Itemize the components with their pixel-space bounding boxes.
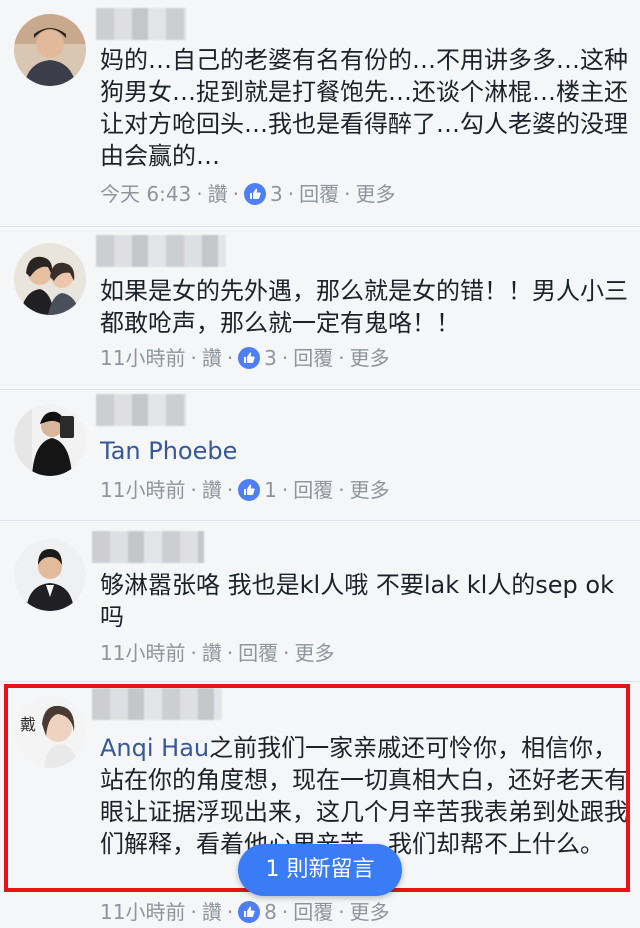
reaction-count[interactable]: 3 <box>270 180 283 208</box>
thumbs-up-icon[interactable] <box>244 183 266 205</box>
reply-link[interactable]: 回覆 <box>293 898 333 926</box>
reply-link[interactable]: 回覆 <box>293 476 333 504</box>
separator: · <box>196 182 203 206</box>
mentioned-name[interactable]: Anqi Hau <box>100 734 209 762</box>
mentioned-name[interactable]: Tan Phoebe <box>100 435 237 467</box>
like-link[interactable]: 讚 <box>202 344 222 372</box>
avatar[interactable] <box>14 243 86 315</box>
separator: · <box>226 900 234 924</box>
separator: · <box>232 182 239 206</box>
comment-text: 妈的…自己的老婆有名有份的…不用讲多多…这种狗男女…捉到就是打餐饱先…还谈个淋棍… <box>100 46 628 170</box>
like-link[interactable]: 讚 <box>208 180 228 208</box>
comment-1: 妈的…自己的老婆有名有份的…不用讲多多…这种狗男女…捉到就是打餐饱先…还谈个淋棍… <box>0 0 640 226</box>
separator: · <box>190 478 197 502</box>
timestamp[interactable]: 11小時前 <box>100 639 185 667</box>
separator: · <box>190 641 197 665</box>
more-link[interactable]: 更多 <box>355 180 395 208</box>
timestamp[interactable]: 11小時前 <box>100 476 185 504</box>
avatar-photo-icon <box>14 539 86 611</box>
avatar[interactable] <box>14 539 86 611</box>
separator: · <box>283 641 290 665</box>
separator: · <box>281 346 289 370</box>
separator: · <box>344 182 351 206</box>
avatar-photo-icon <box>14 404 86 476</box>
like-link[interactable]: 讚 <box>202 639 222 667</box>
like-link[interactable]: 讚 <box>202 898 222 926</box>
blurred-author-name[interactable] <box>92 688 222 720</box>
comment-text: 如果是女的先外遇，那么就是女的错！！男人小三都敢呛声，那么就一定有鬼咯！！ <box>100 277 628 337</box>
thumbs-up-icon[interactable] <box>238 901 261 923</box>
svg-text:戴: 戴 <box>20 715 36 734</box>
new-comments-button[interactable]: 1 則新留言 <box>238 844 402 896</box>
comment-meta: 11小時前 · 讚 · 8 · 回覆 · 更多 <box>100 898 390 926</box>
reply-link[interactable]: 回覆 <box>299 180 339 208</box>
separator: · <box>281 900 289 924</box>
reaction-count[interactable]: 3 <box>264 344 277 372</box>
avatar[interactable]: 戴 <box>14 696 86 768</box>
avatar[interactable] <box>14 404 86 476</box>
more-link[interactable]: 更多 <box>295 639 335 667</box>
separator: · <box>226 641 234 665</box>
more-link[interactable]: 更多 <box>350 898 390 926</box>
reaction-count[interactable]: 1 <box>264 476 277 504</box>
avatar-photo-icon <box>14 243 86 315</box>
comment-4: 够淋嚣张咯 我也是kl人哦 不要lak kl人的sep ok吗 11小時前 · … <box>0 521 640 681</box>
separator: · <box>338 346 345 370</box>
comment-2: 如果是女的先外遇，那么就是女的错！！男人小三都敢呛声，那么就一定有鬼咯！！ 11… <box>0 227 640 389</box>
blurred-author-name[interactable] <box>92 531 204 563</box>
avatar[interactable] <box>14 14 86 86</box>
thumbs-up-icon[interactable] <box>238 347 261 369</box>
thumbs-up-icon[interactable] <box>238 479 261 501</box>
separator: · <box>338 478 345 502</box>
separator: · <box>226 346 234 370</box>
avatar-photo-icon <box>14 14 86 86</box>
blurred-author-name[interactable] <box>96 235 226 267</box>
reply-link[interactable]: 回覆 <box>293 344 333 372</box>
separator: · <box>281 478 289 502</box>
comment-meta: 11小時前 · 讚 · 回覆 · 更多 <box>100 639 335 667</box>
comment-meta: 今天 6:43 · 讚 · 3 · 回覆 · 更多 <box>100 180 395 208</box>
separator: · <box>190 346 197 370</box>
comment-3: Tan Phoebe 11小時前 · 讚 · 1 · 回覆 · 更多 <box>0 390 640 520</box>
separator: · <box>226 478 234 502</box>
comment-text: Anqi Hau之前我们一家亲戚还可怜你，相信你，站在你的角度想，现在一切真相大… <box>100 732 628 860</box>
blurred-author-name[interactable] <box>96 8 186 40</box>
blurred-author-name[interactable] <box>96 394 186 426</box>
separator: · <box>338 900 345 924</box>
reply-link[interactable]: 回覆 <box>238 639 278 667</box>
more-link[interactable]: 更多 <box>350 344 390 372</box>
avatar-photo-icon: 戴 <box>14 696 86 768</box>
timestamp[interactable]: 今天 6:43 <box>100 180 191 208</box>
comment-meta: 11小時前 · 讚 · 3 · 回覆 · 更多 <box>100 344 390 372</box>
like-link[interactable]: 讚 <box>202 476 222 504</box>
separator: · <box>287 182 295 206</box>
comment-text: 够淋嚣张咯 我也是kl人哦 不要lak kl人的sep ok吗 <box>100 571 615 631</box>
timestamp[interactable]: 11小時前 <box>100 898 185 926</box>
comment-meta: 11小時前 · 讚 · 1 · 回覆 · 更多 <box>100 476 390 504</box>
reaction-count[interactable]: 8 <box>264 898 277 926</box>
separator: · <box>190 900 197 924</box>
timestamp[interactable]: 11小時前 <box>100 344 185 372</box>
more-link[interactable]: 更多 <box>350 476 390 504</box>
